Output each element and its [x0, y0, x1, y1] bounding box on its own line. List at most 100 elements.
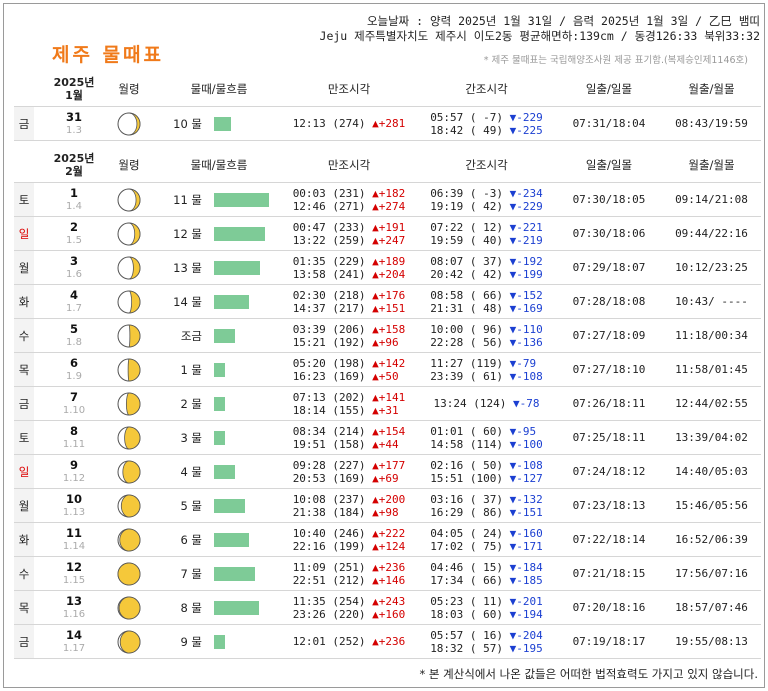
- high-tide-times: 08:34 (214) ▲+154 19:51 (158) ▲+44: [293, 425, 406, 451]
- tide-flow-bar: [214, 226, 265, 241]
- col-moonrise-moonset: 월출/월몰: [688, 82, 735, 96]
- tide-flow-bar: [214, 600, 259, 615]
- low-tide-entry: 02:16 ( 50) ▼-108: [430, 459, 543, 472]
- tide-flow-bar: [214, 634, 225, 649]
- low-tide-time: 17:34 ( 66): [430, 573, 504, 587]
- moon-phase-icon: [117, 562, 141, 585]
- date-cell: 11 1.14: [34, 523, 114, 556]
- low-tide-delta: ▼-132: [509, 492, 543, 506]
- high-tide-times: 10:08 (237) ▲+200 21:38 (184) ▲+98: [293, 493, 406, 519]
- tide-flow-bar: [214, 294, 249, 309]
- moonrise-moonset-cell: 18:57/07:46: [662, 591, 761, 624]
- sunrise-sunset: 07:23/18:13: [572, 499, 646, 512]
- weekday-cell: 토: [14, 421, 34, 454]
- col-low-tide: 간조시각: [465, 158, 508, 172]
- sunrise-sunset-cell: 07:19/18:17: [554, 625, 664, 658]
- low-tide-delta: ▼-171: [509, 539, 543, 553]
- tide-phase-label: 9 물: [180, 634, 202, 649]
- moonrise-moonset-cell: 08:43/19:59: [662, 107, 761, 140]
- weekday-cell: 금: [14, 625, 34, 658]
- lunar-date: 1.11: [62, 438, 86, 450]
- weekday: 금: [18, 116, 30, 131]
- high-tide-delta: ▲+141: [372, 390, 406, 404]
- table-row: 목 13 1.16 8 물 11:35 (254) ▲+243 23:26 (220) ▲…: [14, 591, 761, 625]
- high-tide-delta: ▲+151: [372, 301, 406, 315]
- date-stack: 31 1.3: [66, 110, 82, 137]
- tide-flow-bar: [214, 532, 249, 547]
- low-tide-times: 05:23 ( 11) ▼-201 18:03 ( 60) ▼-194: [430, 595, 543, 621]
- low-tide-times: 11:27 (119) ▼-79 23:39 ( 61) ▼-108: [430, 357, 543, 383]
- high-tide-delta: ▲+176: [372, 288, 406, 302]
- date-cell: 4 1.7: [34, 285, 114, 318]
- high-tide-delta: ▲+69: [372, 471, 399, 485]
- moon-cell: [114, 523, 144, 556]
- moon-cell: [114, 183, 144, 216]
- high-tide-entry: 10:40 (246) ▲+222: [293, 527, 406, 540]
- low-tide-time: 03:16 ( 37): [430, 492, 504, 506]
- moon-phase-icon: [117, 222, 141, 245]
- low-tide-delta: ▼-184: [509, 560, 543, 574]
- low-tide-entry: 14:58 (114) ▼-100: [430, 438, 543, 451]
- low-tide-time: 19:19 ( 42): [430, 199, 504, 213]
- date-stack: 13 1.16: [63, 593, 85, 621]
- high-tide-entry: 18:14 (155) ▲+31: [293, 404, 406, 417]
- lunar-date: 1.14: [62, 540, 86, 552]
- high-tide-entry: 22:16 (199) ▲+124: [293, 540, 406, 553]
- col-high-tide: 만조시각: [327, 158, 371, 172]
- solar-day: 13: [65, 593, 82, 608]
- high-tide-delta: ▲+96: [372, 335, 399, 349]
- lunar-date: 1.6: [66, 268, 82, 280]
- moonrise-moonset-cell: 17:56/07:16: [662, 557, 761, 590]
- lunar-date: 1.9: [66, 370, 82, 382]
- weekday: 일: [18, 226, 30, 241]
- moonrise-moonset-cell: 13:39/04:02: [662, 421, 761, 454]
- sunrise-sunset-cell: 07:29/18:07: [554, 251, 664, 284]
- moon-cell: [114, 591, 144, 624]
- moon-cell: [114, 353, 144, 386]
- month-header-row: 2025년 1월 월령 물때/물흐름 만조시각 간조시각 일출/일몰 월출/월몰: [14, 72, 761, 107]
- date-stack: 1 1.4: [66, 186, 82, 213]
- sunrise-sunset-cell: 07:28/18:08: [554, 285, 664, 318]
- low-tide-time: 08:58 ( 66): [430, 288, 504, 302]
- high-tide-delta: ▲+160: [372, 607, 406, 621]
- low-tide-time: 05:57 ( 16): [430, 628, 504, 642]
- moonrise-moonset: 11:18/00:34: [675, 329, 748, 342]
- low-tide-time: 10:00 ( 96): [430, 322, 504, 336]
- tide-flow-bar: [214, 260, 260, 275]
- sunrise-sunset: 07:21/18:15: [572, 567, 646, 580]
- tide-flow-bar: [214, 192, 269, 207]
- date-cell: 12 1.15: [34, 557, 114, 590]
- weekday-cell: 일: [14, 217, 34, 250]
- sunrise-sunset: 07:27/18:09: [572, 329, 646, 342]
- low-tide-time: 14:58 (114): [430, 437, 504, 451]
- tide-flow-cell: 7 물: [154, 557, 284, 590]
- low-tide-times: 03:16 ( 37) ▼-132 16:29 ( 86) ▼-151: [430, 493, 543, 519]
- high-tide-delta: ▲+31: [372, 403, 399, 417]
- source-note: * 제주 물때표는 국립해양조사원 제공 표기함.(복제승인제1146호): [483, 55, 748, 66]
- sunrise-sunset-cell: 07:20/18:16: [554, 591, 664, 624]
- high-tide-times: 00:03 (231) ▲+182 12:46 (271) ▲+274: [293, 187, 406, 213]
- low-tide-delta: ▼-110: [509, 322, 543, 336]
- date-stack: 12 1.15: [63, 560, 85, 587]
- low-tide-time: 18:32 ( 57): [430, 641, 504, 655]
- low-tide-entry: 08:07 ( 37) ▼-192: [430, 255, 543, 268]
- tide-flow-cell: 조금: [154, 319, 284, 352]
- lunar-date: 1.10: [62, 404, 86, 416]
- low-tide-time: 05:57 ( -7): [430, 110, 504, 124]
- low-tide-time: 07:22 ( 12): [430, 220, 504, 234]
- moonrise-moonset: 17:56/07:16: [675, 567, 748, 580]
- low-tide-times: 08:07 ( 37) ▼-192 20:42 ( 42) ▼-199: [430, 255, 543, 281]
- low-tide-entry: 19:19 ( 42) ▼-229: [430, 200, 543, 213]
- moon-cell: [114, 625, 144, 658]
- high-tide-entry: 19:51 (158) ▲+44: [293, 438, 406, 451]
- low-tide-delta: ▼-192: [509, 254, 543, 268]
- table-row: 월 10 1.13 5 물 10:08 (237) ▲+200 21:38 (184) ▲…: [14, 489, 761, 523]
- high-tide-time: 23:26 (220): [292, 607, 366, 621]
- table-row: 금 7 1.10 2 물 07:13 (202) ▲+141 18:14 (155) ▲+…: [14, 387, 761, 421]
- low-tide-cell: 05:23 ( 11) ▼-201 18:03 ( 60) ▼-194: [419, 591, 554, 624]
- low-tide-entry: 11:27 (119) ▼-79: [430, 357, 543, 370]
- tide-flow-bar: [214, 116, 231, 131]
- date-cell: 2 1.5: [34, 217, 114, 250]
- low-tide-cell: 01:01 ( 60) ▼-95 14:58 (114) ▼-100: [419, 421, 554, 454]
- sunrise-sunset: 07:26/18:11: [572, 397, 646, 410]
